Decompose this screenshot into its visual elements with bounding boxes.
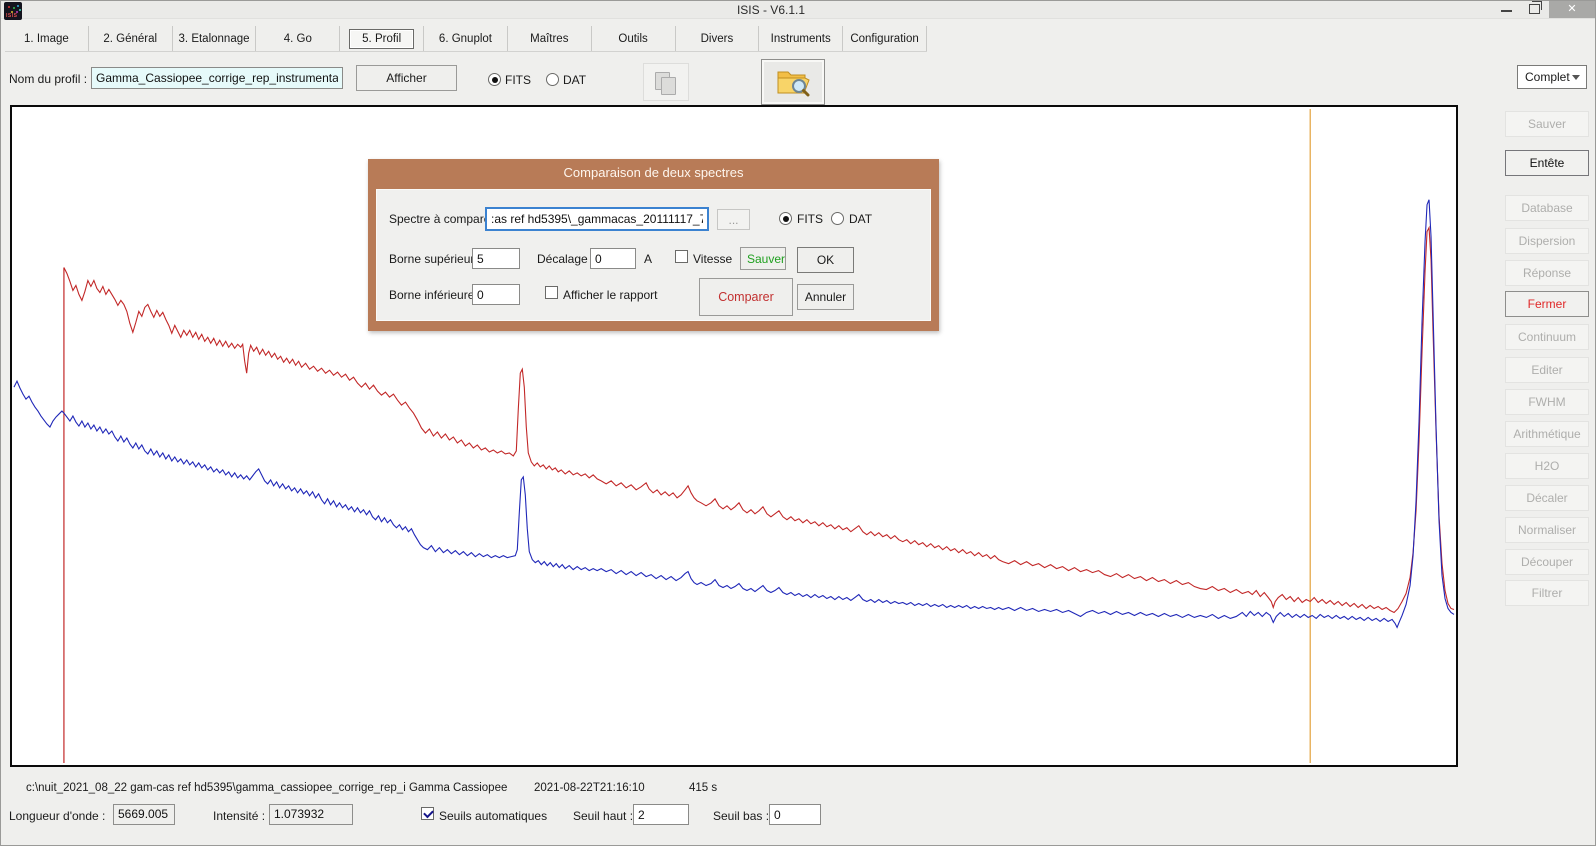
dialog-body: Spectre à comparer : ... FITS DAT Borne … xyxy=(376,189,931,321)
sauver-dialog-button[interactable]: Sauver xyxy=(740,247,786,270)
dialog-dat-label: DAT xyxy=(849,212,872,226)
tab-maitres[interactable]: Maîtres xyxy=(508,26,592,51)
sidebar-continuum-button: Continuum xyxy=(1505,324,1589,350)
sidebar-h2o-button: H2O xyxy=(1505,453,1589,479)
longueur-onde-value: 5669.005 xyxy=(113,804,175,825)
decalage-input[interactable] xyxy=(590,248,636,269)
tab-configuration[interactable]: Configuration xyxy=(843,26,927,51)
afficher-rapport-checkbox[interactable] xyxy=(545,286,558,299)
sidebar-database-button: Database xyxy=(1505,195,1589,221)
display-mode-select[interactable]: Complet xyxy=(1517,65,1587,89)
sidebar-editer-button: Editer xyxy=(1505,357,1589,383)
display-mode-value: Complet xyxy=(1525,70,1570,84)
copy-profile-button xyxy=(643,63,689,101)
tab-general[interactable]: 2. Général xyxy=(89,26,173,51)
afficher-button[interactable]: Afficher xyxy=(356,65,457,91)
dialog-fits-label: FITS xyxy=(797,212,823,226)
chevron-down-icon xyxy=(1572,75,1580,80)
browse-folder-button[interactable] xyxy=(761,59,825,105)
dat-radio-label: DAT xyxy=(563,73,586,87)
fits-radio[interactable] xyxy=(488,73,501,86)
sidebar-fermer-button[interactable]: Fermer xyxy=(1505,291,1589,317)
sidebar-dispersion-button: Dispersion xyxy=(1505,228,1589,254)
profile-name-label: Nom du profil : xyxy=(9,72,87,86)
isis-window: ISIS ISIS - V6.1.1 ✕ 1. Image 2. Général… xyxy=(0,0,1596,846)
seuil-bas-input[interactable] xyxy=(769,804,821,825)
folder-search-icon xyxy=(775,67,811,97)
dialog-dat-radio[interactable] xyxy=(831,212,844,225)
spectre-a-comparer-input[interactable] xyxy=(485,207,709,231)
tab-gnuplot[interactable]: 6. Gnuplot xyxy=(424,26,508,51)
maximize-button-icon[interactable] xyxy=(1529,4,1540,14)
window-title: ISIS - V6.1.1 xyxy=(1,3,1541,17)
seuils-automatiques-label: Seuils automatiques xyxy=(439,809,547,823)
minimize-button-icon[interactable] xyxy=(1501,10,1512,12)
fits-radio-label: FITS xyxy=(505,73,531,87)
seuils-automatiques-checkbox[interactable] xyxy=(421,807,434,820)
sidebar-filtrer-button: Filtrer xyxy=(1505,580,1589,606)
sidebar-normaliser-button: Normaliser xyxy=(1505,517,1589,543)
sidebar-decouper-button: Découper xyxy=(1505,549,1589,575)
dat-radio[interactable] xyxy=(546,73,559,86)
tab-etalonnage[interactable]: 3. Etalonnage xyxy=(173,26,257,51)
afficher-rapport-label: Afficher le rapport xyxy=(563,288,658,302)
ok-button[interactable]: OK xyxy=(797,247,854,273)
file-path-text: c:\nuit_2021_08_22 gam-cas ref hd5395\ga… xyxy=(26,782,507,794)
tab-divers[interactable]: Divers xyxy=(676,26,760,51)
tab-bar: 1. Image 2. Général 3. Etalonnage 4. Go … xyxy=(5,26,927,52)
comparison-dialog: Comparaison de deux spectres Spectre à c… xyxy=(368,159,939,331)
longueur-onde-label: Longueur d'onde : xyxy=(9,809,105,823)
tab-go[interactable]: 4. Go xyxy=(256,26,340,51)
borne-inferieure-input[interactable] xyxy=(472,284,520,305)
seuil-haut-label: Seuil haut : xyxy=(573,809,633,823)
dialog-title[interactable]: Comparaison de deux spectres xyxy=(368,165,939,180)
sidebar-entete-button[interactable]: Entête xyxy=(1505,150,1589,176)
annuler-button[interactable]: Annuler xyxy=(797,284,854,310)
browse-dots-button[interactable]: ... xyxy=(717,209,750,230)
dialog-fits-radio[interactable] xyxy=(779,212,792,225)
angstrom-unit-label: A xyxy=(644,252,652,266)
sidebar-fwhm-button: FWHM xyxy=(1505,389,1589,415)
sidebar-reponse-button: Réponse xyxy=(1505,260,1589,286)
close-button[interactable]: ✕ xyxy=(1549,1,1595,18)
vitesse-checkbox[interactable] xyxy=(675,250,688,263)
tab-outils[interactable]: Outils xyxy=(592,26,676,51)
exposure-text: 415 s xyxy=(689,782,717,794)
borne-superieure-input[interactable] xyxy=(472,248,520,269)
borne-inferieure-label: Borne inférieure ; xyxy=(389,288,481,302)
tab-image[interactable]: 1. Image xyxy=(5,26,89,51)
intensite-value: 1.073932 xyxy=(269,804,353,825)
sidebar-sauver-button: Sauver xyxy=(1505,111,1589,137)
datetime-text: 2021-08-22T21:16:10 xyxy=(534,782,645,794)
seuil-bas-label: Seuil bas : xyxy=(713,809,769,823)
sidebar-arithmetique-button: Arithmétique xyxy=(1505,421,1589,447)
vitesse-label: Vitesse xyxy=(693,252,732,266)
seuil-haut-input[interactable] xyxy=(633,804,689,825)
profile-name-input[interactable] xyxy=(91,67,343,89)
comparer-button[interactable]: Comparer xyxy=(699,278,793,316)
title-bar: ISIS ISIS - V6.1.1 ✕ xyxy=(1,1,1595,19)
tab-profil-selected[interactable]: 5. Profil xyxy=(340,26,424,51)
decalage-label: Décalage : xyxy=(537,252,594,266)
tab-instruments[interactable]: Instruments xyxy=(759,26,843,51)
sidebar-decaler-button: Décaler xyxy=(1505,485,1589,511)
intensite-label: Intensité : xyxy=(213,809,265,823)
